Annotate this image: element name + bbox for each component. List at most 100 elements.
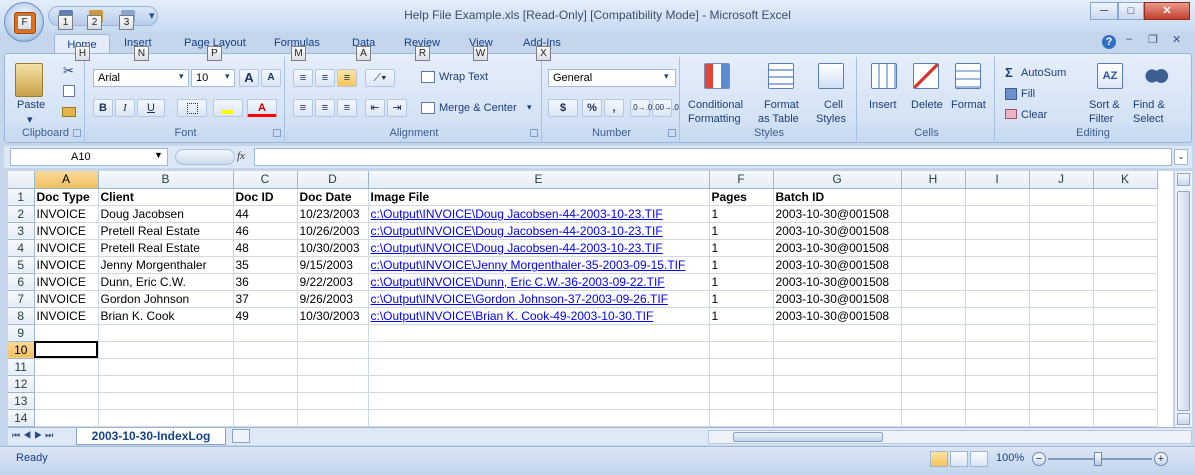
cell-h12[interactable] (901, 375, 966, 393)
find-select-label-2[interactable]: Select (1133, 113, 1164, 125)
row-header[interactable]: 4 (8, 239, 35, 257)
cell-k1[interactable] (1093, 188, 1158, 206)
cell-b14[interactable] (98, 409, 234, 427)
row-header[interactable]: 7 (8, 290, 35, 308)
cell-b10[interactable] (98, 341, 234, 359)
cell-c11[interactable] (233, 358, 298, 376)
qat-customize-icon[interactable]: ▾ (149, 9, 155, 22)
row-header[interactable]: 2 (8, 205, 35, 223)
cell-a9[interactable] (34, 324, 99, 342)
cell-f9[interactable] (709, 324, 774, 342)
cell-d11[interactable] (297, 358, 369, 376)
currency-button[interactable]: $ (548, 99, 578, 117)
formula-expand-handle[interactable] (175, 149, 235, 165)
conditional-formatting-label-2[interactable]: Formatting (688, 113, 741, 125)
cell-j8[interactable] (1029, 307, 1094, 325)
cell-f8[interactable]: 1 (709, 307, 774, 325)
cell-j5[interactable] (1029, 256, 1094, 274)
vertical-scrollbar[interactable] (1174, 171, 1192, 427)
cell-f14[interactable] (709, 409, 774, 427)
cell-c1[interactable]: Doc ID (233, 188, 298, 206)
cell-c13[interactable] (233, 392, 298, 410)
font-color-button[interactable]: A (247, 99, 277, 117)
cell-g2[interactable]: 2003-10-30@001508 (773, 205, 902, 223)
worksheet-grid[interactable]: ABCDEFGHIJK 1 Doc Type Client Doc ID Doc Dat… (8, 171, 1173, 427)
column-header-g[interactable]: G (773, 171, 902, 189)
align-middle-button[interactable]: ≡ (315, 69, 335, 87)
minimize-button[interactable]: ─ (1090, 2, 1118, 20)
cell-f11[interactable] (709, 358, 774, 376)
page-layout-view-button[interactable] (950, 451, 968, 467)
cell-a7[interactable]: INVOICE (34, 290, 99, 308)
font-name-select[interactable]: Arial (93, 69, 189, 87)
align-bottom-button[interactable]: ≡ (337, 69, 357, 87)
fill-color-button[interactable] (213, 99, 243, 117)
cell-j9[interactable] (1029, 324, 1094, 342)
comma-button[interactable]: , (604, 99, 624, 117)
sheet-tab-active[interactable]: 2003-10-30-IndexLog (76, 428, 226, 445)
cell-f1[interactable]: Pages (709, 188, 774, 206)
cell-e8[interactable]: c:\Output\INVOICE\Brian K. Cook-49-2003-… (368, 307, 710, 325)
font-name-dropdown-icon[interactable]: ▾ (179, 71, 184, 82)
sort-filter-label-2[interactable]: Filter (1089, 113, 1113, 125)
cell-c10[interactable] (233, 341, 298, 359)
cell-j7[interactable] (1029, 290, 1094, 308)
cell-a1[interactable]: Doc Type (34, 188, 99, 206)
cell-e10[interactable] (368, 341, 710, 359)
zoom-out-button[interactable]: − (1032, 452, 1046, 466)
cell-b8[interactable]: Brian K. Cook (98, 307, 234, 325)
horizontal-scroll-thumb[interactable] (733, 432, 883, 442)
number-dialog-launcher-icon[interactable] (668, 129, 676, 137)
align-left-button[interactable]: ≡ (293, 99, 313, 117)
cell-e9[interactable] (368, 324, 710, 342)
italic-button[interactable]: I (115, 99, 135, 117)
cell-d8[interactable]: 10/30/2003 (297, 307, 369, 325)
cell-c2[interactable]: 44 (233, 205, 298, 223)
horizontal-scrollbar[interactable] (708, 430, 1192, 444)
cell-h4[interactable] (901, 239, 966, 257)
cell-g5[interactable]: 2003-10-30@001508 (773, 256, 902, 274)
cell-i2[interactable] (965, 205, 1030, 223)
cell-d14[interactable] (297, 409, 369, 427)
cell-j4[interactable] (1029, 239, 1094, 257)
cell-j12[interactable] (1029, 375, 1094, 393)
wrap-text-button[interactable]: Wrap Text (439, 71, 488, 83)
cell-c14[interactable] (233, 409, 298, 427)
cell-c3[interactable]: 46 (233, 222, 298, 240)
cell-a14[interactable] (34, 409, 99, 427)
cell-k14[interactable] (1093, 409, 1158, 427)
cell-k2[interactable] (1093, 205, 1158, 223)
underline-button[interactable]: U (137, 99, 165, 117)
cell-styles-label-1[interactable]: Cell (824, 99, 843, 111)
cell-h9[interactable] (901, 324, 966, 342)
cell-c4[interactable]: 48 (233, 239, 298, 257)
cell-b5[interactable]: Jenny Morgenthaler (98, 256, 234, 274)
cell-h13[interactable] (901, 392, 966, 410)
help-icon[interactable]: ? (1102, 35, 1116, 49)
cell-c12[interactable] (233, 375, 298, 393)
format-painter-icon[interactable] (62, 107, 76, 117)
cell-i14[interactable] (965, 409, 1030, 427)
increase-decimal-button[interactable]: .0→.00 (630, 99, 657, 117)
cell-h11[interactable] (901, 358, 966, 376)
cell-f4[interactable]: 1 (709, 239, 774, 257)
row-header[interactable]: 11 (8, 358, 35, 376)
formula-input[interactable] (254, 148, 1172, 166)
cell-b13[interactable] (98, 392, 234, 410)
cell-b12[interactable] (98, 375, 234, 393)
cell-d2[interactable]: 10/23/2003 (297, 205, 369, 223)
font-size-dropdown-icon[interactable]: ▾ (225, 71, 230, 82)
cell-k7[interactable] (1093, 290, 1158, 308)
cell-k4[interactable] (1093, 239, 1158, 257)
cell-h7[interactable] (901, 290, 966, 308)
cell-j10[interactable] (1029, 341, 1094, 359)
cell-f13[interactable] (709, 392, 774, 410)
formula-bar-expand-icon[interactable]: ⌄ (1174, 149, 1188, 165)
cell-d13[interactable] (297, 392, 369, 410)
vertical-scroll-thumb[interactable] (1177, 191, 1190, 411)
cell-e11[interactable] (368, 358, 710, 376)
row-header[interactable]: 3 (8, 222, 35, 240)
row-header[interactable]: 9 (8, 324, 35, 342)
page-break-view-button[interactable] (970, 451, 988, 467)
cell-g7[interactable]: 2003-10-30@001508 (773, 290, 902, 308)
